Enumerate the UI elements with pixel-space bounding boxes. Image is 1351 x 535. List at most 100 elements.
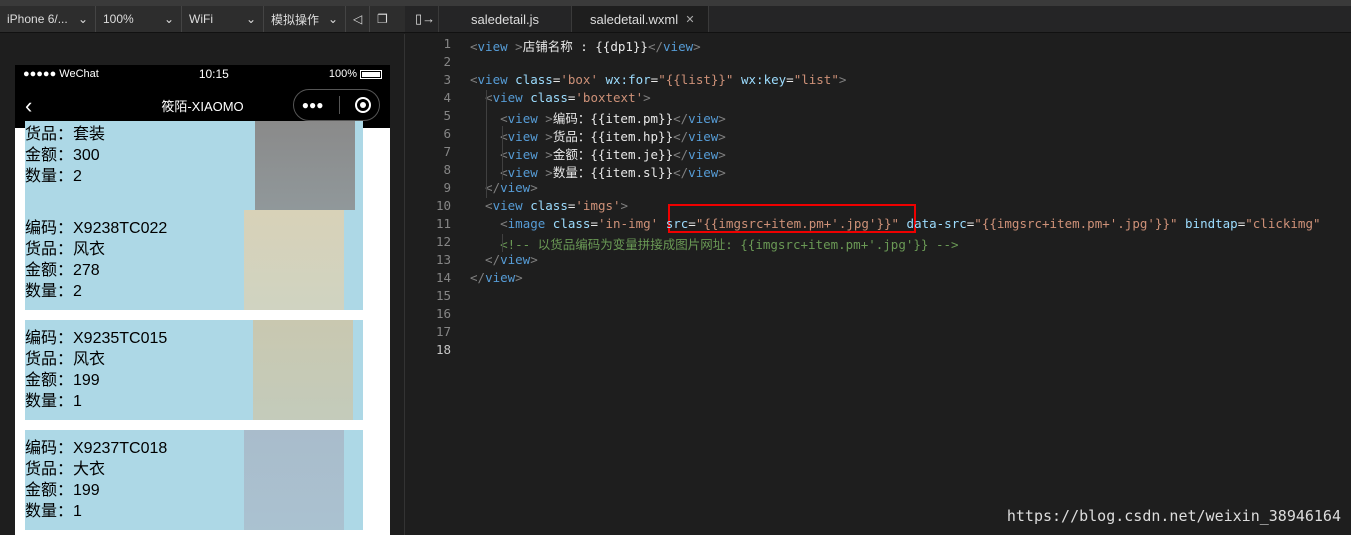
- battery-level: 100%: [328, 68, 357, 80]
- code-token: =: [590, 216, 598, 231]
- code-token: view: [507, 147, 546, 162]
- code-token: view: [688, 165, 719, 180]
- code-token: 货品：{{item.hp}}: [552, 129, 674, 144]
- line-number: 5: [443, 108, 451, 123]
- code-token: =: [786, 72, 794, 87]
- line-number: 14: [435, 270, 451, 285]
- item-field: 货品：套装: [25, 126, 106, 143]
- device-label: iPhone 6/...: [7, 12, 68, 26]
- toggle-panel-button[interactable]: ▯→: [405, 6, 439, 32]
- item-field: 货品：风衣: [25, 241, 106, 258]
- tab-saledetail-js[interactable]: saledetail.js: [439, 6, 572, 32]
- code-token: "{{imgsrc+item.pm+'.jpg'}}": [695, 216, 900, 231]
- code-token: </: [673, 129, 689, 144]
- code-token: view: [688, 147, 719, 162]
- product-image[interactable]: [244, 210, 344, 310]
- code-token: view: [507, 165, 546, 180]
- close-icon[interactable]: ✕: [685, 13, 694, 26]
- item-text: 货品：套装 金额：300 数量：2: [25, 124, 105, 187]
- capsule-menu: ●●●: [293, 89, 380, 121]
- code-line: </view>: [470, 252, 538, 267]
- line-number: 2: [443, 54, 451, 69]
- chevron-down-icon: ⌄: [327, 12, 338, 26]
- product-image[interactable]: [244, 430, 344, 530]
- battery: 100%: [329, 68, 382, 80]
- code-line: <view class='imgs'>: [470, 198, 628, 213]
- tab-saledetail-wxml[interactable]: saledetail.wxml ✕: [572, 6, 709, 32]
- indent-guide: [502, 234, 503, 252]
- watermark: https://blog.csdn.net/weixin_38946164: [1006, 507, 1341, 525]
- product-image[interactable]: [253, 320, 353, 420]
- code-token: <: [470, 39, 478, 54]
- code-token: >: [718, 165, 726, 180]
- simulator-toolbar: iPhone 6/... ⌄ 100% ⌄ WiFi ⌄ 模拟操作 ⌄ ◁ ❐: [0, 6, 405, 33]
- simulate-label: 模拟操作: [271, 12, 320, 27]
- code-token: >: [530, 252, 538, 267]
- code-token: view: [492, 198, 531, 213]
- code-token: <: [470, 90, 493, 105]
- code-token: </: [470, 270, 486, 285]
- detach-button[interactable]: ❐: [370, 6, 405, 32]
- code-token: >: [515, 270, 523, 285]
- code-token: >: [530, 180, 538, 195]
- chevron-down-icon: ⌄: [77, 12, 88, 26]
- code-token: view: [500, 180, 531, 195]
- code-editor[interactable]: https://blog.csdn.net/weixin_38946164 1 <…: [406, 34, 1351, 535]
- battery-icon: [360, 69, 382, 79]
- code-token: >: [545, 165, 553, 180]
- status-bar: ●●●●● WeChat 10:15 100%: [15, 65, 390, 83]
- line-number: 4: [443, 90, 451, 105]
- line-number: 8: [443, 162, 451, 177]
- code-token: </: [673, 111, 689, 126]
- item-text: 编码：X9237TC018 货品：大衣 金额：199 数量：1: [25, 438, 167, 522]
- code-token: <!-- 以货品编码为变量拼接成图片网址: {{imgsrc+item.pm+'…: [470, 237, 959, 252]
- code-token: 店铺名称 : {{dp1}}: [522, 39, 648, 54]
- code-token: class: [530, 198, 568, 213]
- code-token: >: [718, 147, 726, 162]
- zoom-select[interactable]: 100% ⌄: [96, 6, 182, 32]
- code-token: 'boxtext': [575, 90, 644, 105]
- code-token: view: [485, 270, 516, 285]
- line-number: 12: [435, 234, 451, 249]
- code-line: <view >店铺名称 : {{dp1}}</view>: [470, 36, 701, 55]
- code-line: </view>: [470, 270, 523, 285]
- code-token: view: [500, 252, 531, 267]
- mute-button[interactable]: ◁: [346, 6, 370, 32]
- code-token: 'imgs': [575, 198, 621, 213]
- simulate-select[interactable]: 模拟操作 ⌄: [264, 6, 346, 32]
- line-number: 6: [443, 126, 451, 141]
- code-token: >: [718, 129, 726, 144]
- code-token: src: [658, 216, 689, 231]
- code-token: >: [643, 90, 651, 105]
- line-number: 3: [443, 72, 451, 87]
- code-token: view: [507, 111, 546, 126]
- code-token: class: [530, 90, 568, 105]
- item-field: 数量：1: [25, 393, 82, 410]
- list-item: 货品：套装 金额：300 数量：2: [25, 121, 363, 221]
- code-line: <view >数量：{{item.sl}}</view>: [470, 162, 726, 181]
- carrier: ●●●●● WeChat: [23, 68, 99, 80]
- line-number: 13: [435, 252, 451, 267]
- indent-guide: [486, 90, 487, 198]
- product-image[interactable]: [255, 121, 355, 221]
- code-line: </view>: [470, 180, 538, 195]
- more-icon[interactable]: ●●●: [302, 98, 324, 112]
- close-miniprogram-icon[interactable]: [355, 97, 372, 113]
- editor-tabs: ▯→ saledetail.js saledetail.wxml ✕: [405, 6, 1351, 33]
- item-field: 数量：2: [25, 283, 82, 300]
- network-select[interactable]: WiFi ⌄: [182, 6, 264, 32]
- window-icon: ❐: [377, 12, 388, 26]
- code-token: view: [688, 129, 719, 144]
- code-token: >: [515, 39, 523, 54]
- item-field: 金额：199: [25, 372, 100, 389]
- indent-guide: [502, 126, 503, 180]
- tab-label: saledetail.js: [471, 11, 539, 27]
- item-field: 金额：300: [25, 147, 100, 164]
- panel-toggle-icon: ▯→: [415, 11, 436, 26]
- list-item: 编码：X9237TC018 货品：大衣 金额：199 数量：1: [25, 430, 363, 530]
- code-token: <: [470, 216, 508, 231]
- device-select[interactable]: iPhone 6/... ⌄: [0, 6, 96, 32]
- list-item: 编码：X9235TC015 货品：风衣 金额：199 数量：1: [25, 320, 363, 420]
- line-number: 11: [435, 216, 451, 231]
- code-token: 数量：{{item.sl}}: [552, 165, 674, 180]
